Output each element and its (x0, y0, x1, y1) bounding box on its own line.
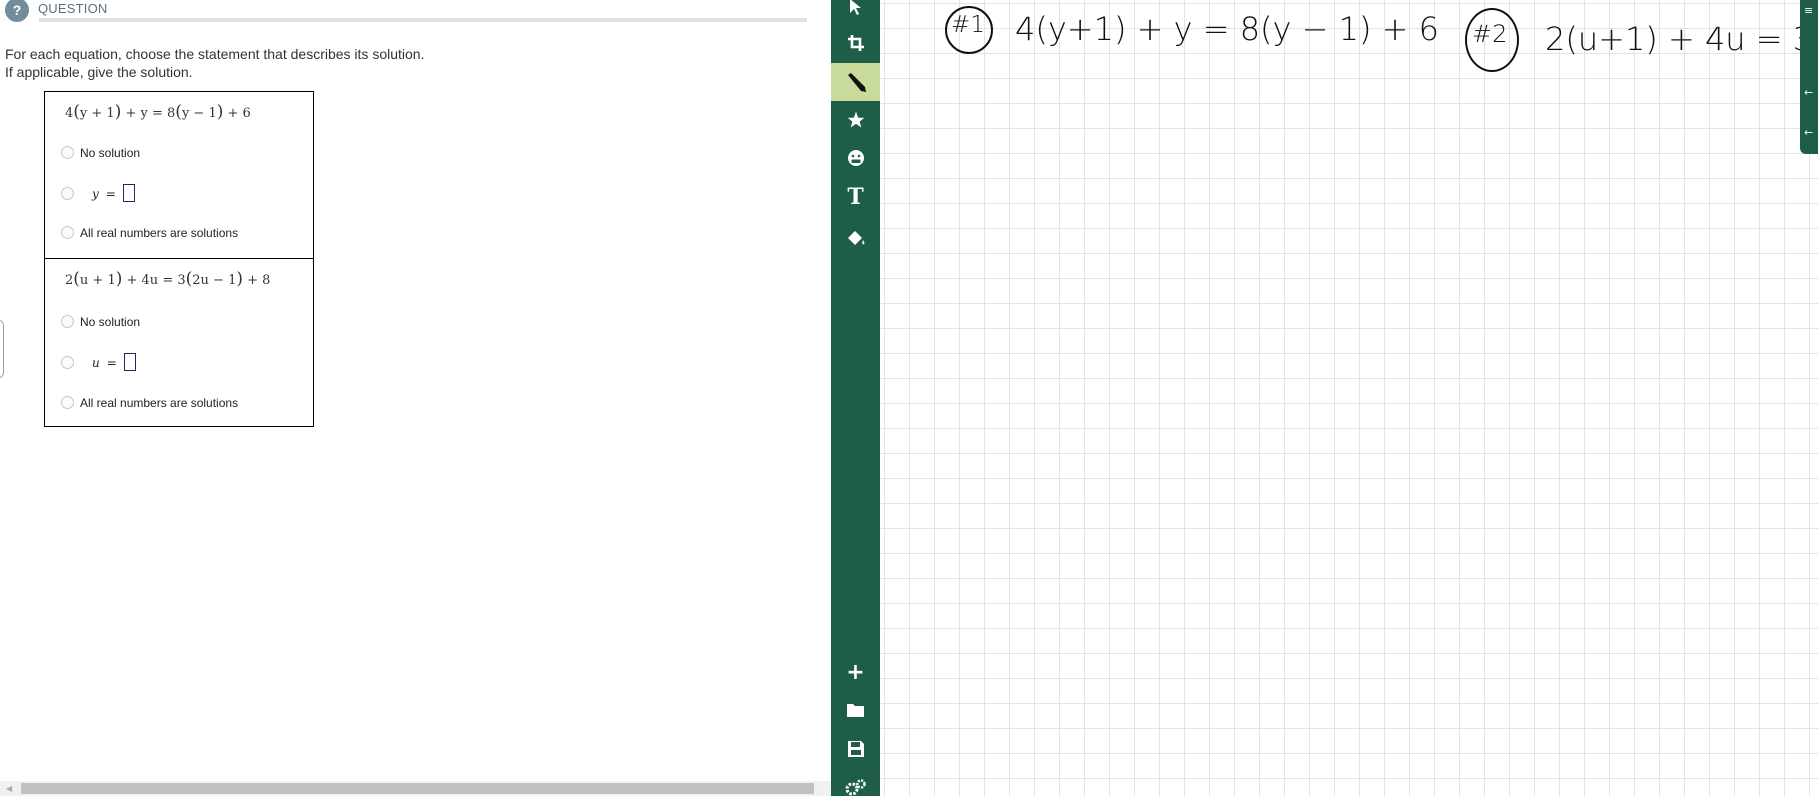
save-icon[interactable] (831, 730, 880, 768)
option-all-real-label-1: All real numbers are solutions (80, 226, 239, 240)
equals-sign-1: = (105, 187, 116, 201)
instructions-line-2: If applicable, give the solution. (5, 64, 193, 80)
horizontal-scrollbar[interactable]: ◀ (0, 781, 831, 796)
ink-label-2: #2 (1472, 20, 1508, 48)
ink-equation-2: 2(u+1) + 4u = 3( (1545, 20, 1818, 58)
instructions-line-1: For each equation, choose the statement … (5, 46, 425, 62)
radio-no-solution-1[interactable] (61, 146, 74, 159)
answer-input-y[interactable] (122, 184, 135, 202)
problem-box-2: 2(u + 1) + 4u = 3(2u − 1) + 8 No solutio… (44, 258, 314, 427)
answer-input-u[interactable] (123, 353, 136, 371)
whiteboard-canvas[interactable]: #1 4(y+1) + y = 8(y − 1) + 6 #2 2(u+1) +… (880, 0, 1818, 796)
crop-icon[interactable] (831, 24, 880, 62)
eq2-lhs-inner: u + 1 (79, 273, 116, 288)
eq2-lhs-rest: + 4u = 3 (126, 273, 186, 288)
option-no-solution-1[interactable]: No solution (61, 146, 140, 162)
arrow-icon-2[interactable]: ← (1804, 126, 1813, 139)
option-no-solution-label-2: No solution (80, 315, 141, 329)
question-header: ? QUESTION (5, 0, 807, 22)
paint-bucket-icon[interactable] (831, 219, 880, 257)
radio-all-real-2[interactable] (61, 396, 74, 409)
pencil-icon[interactable] (831, 63, 880, 101)
instructions: For each equation, choose the statement … (5, 45, 424, 81)
radio-value-2[interactable] (61, 356, 74, 369)
option-all-real-label-2: All real numbers are solutions (80, 396, 239, 410)
option-all-real-2[interactable]: All real numbers are solutions (61, 396, 238, 412)
star-icon[interactable] (831, 101, 880, 139)
pointer-icon[interactable] (831, 0, 880, 26)
option-value-2[interactable]: u = (61, 353, 136, 371)
eq1-rhs-rest: + 6 (227, 106, 251, 121)
equation-1: 4(y + 1) + y = 8(y − 1) + 6 (65, 102, 251, 122)
eq1-lhs-rest: + y = 8 (125, 106, 176, 121)
variable-u: u (92, 356, 100, 370)
option-no-solution-2[interactable]: No solution (61, 315, 140, 331)
option-no-solution-label-1: No solution (80, 146, 141, 160)
menu-icon[interactable]: ≡ (1804, 4, 1813, 17)
ink-equation-1: 4(y+1) + y = 8(y − 1) + 6 (1015, 10, 1439, 48)
app-window: ? QUESTION For each equation, choose the… (0, 0, 1818, 796)
eq2-rhs-inner: 2u − 1 (192, 273, 237, 288)
right-tool-strip[interactable]: ≡ ← ← (1800, 0, 1818, 154)
side-drawer-tab[interactable] (0, 320, 4, 378)
text-icon[interactable]: T (831, 178, 880, 216)
question-header-label: QUESTION (38, 1, 108, 16)
help-icon[interactable]: ? (5, 0, 29, 22)
radio-value-1[interactable] (61, 187, 74, 200)
equals-sign-2: = (106, 356, 117, 370)
radio-no-solution-2[interactable] (61, 315, 74, 328)
variable-y: y (92, 187, 99, 201)
plus-icon[interactable]: + (831, 653, 880, 691)
folder-icon[interactable] (831, 691, 880, 729)
question-pane: ? QUESTION For each equation, choose the… (0, 0, 831, 796)
ink-label-1: #1 (951, 12, 985, 38)
radio-all-real-1[interactable] (61, 226, 74, 239)
eq2-rhs-rest: + 8 (247, 273, 271, 288)
eq1-rhs-inner: y − 1 (181, 106, 217, 121)
arrow-icon-1[interactable]: ← (1804, 86, 1813, 99)
settings-icon[interactable] (831, 769, 880, 796)
eq1-lhs-inner: y + 1 (79, 106, 115, 121)
header-divider (39, 18, 807, 22)
emoji-icon[interactable] (831, 139, 880, 177)
equation-2: 2(u + 1) + 4u = 3(2u − 1) + 8 (65, 269, 271, 289)
option-all-real-1[interactable]: All real numbers are solutions (61, 226, 238, 242)
problem-box-1: 4(y + 1) + y = 8(y − 1) + 6 No solution … (44, 91, 314, 261)
scrollbar-thumb[interactable] (21, 783, 814, 794)
scroll-left-icon[interactable]: ◀ (6, 784, 12, 793)
option-value-1[interactable]: y = (61, 184, 135, 202)
drawing-toolbar: T + (831, 0, 880, 796)
